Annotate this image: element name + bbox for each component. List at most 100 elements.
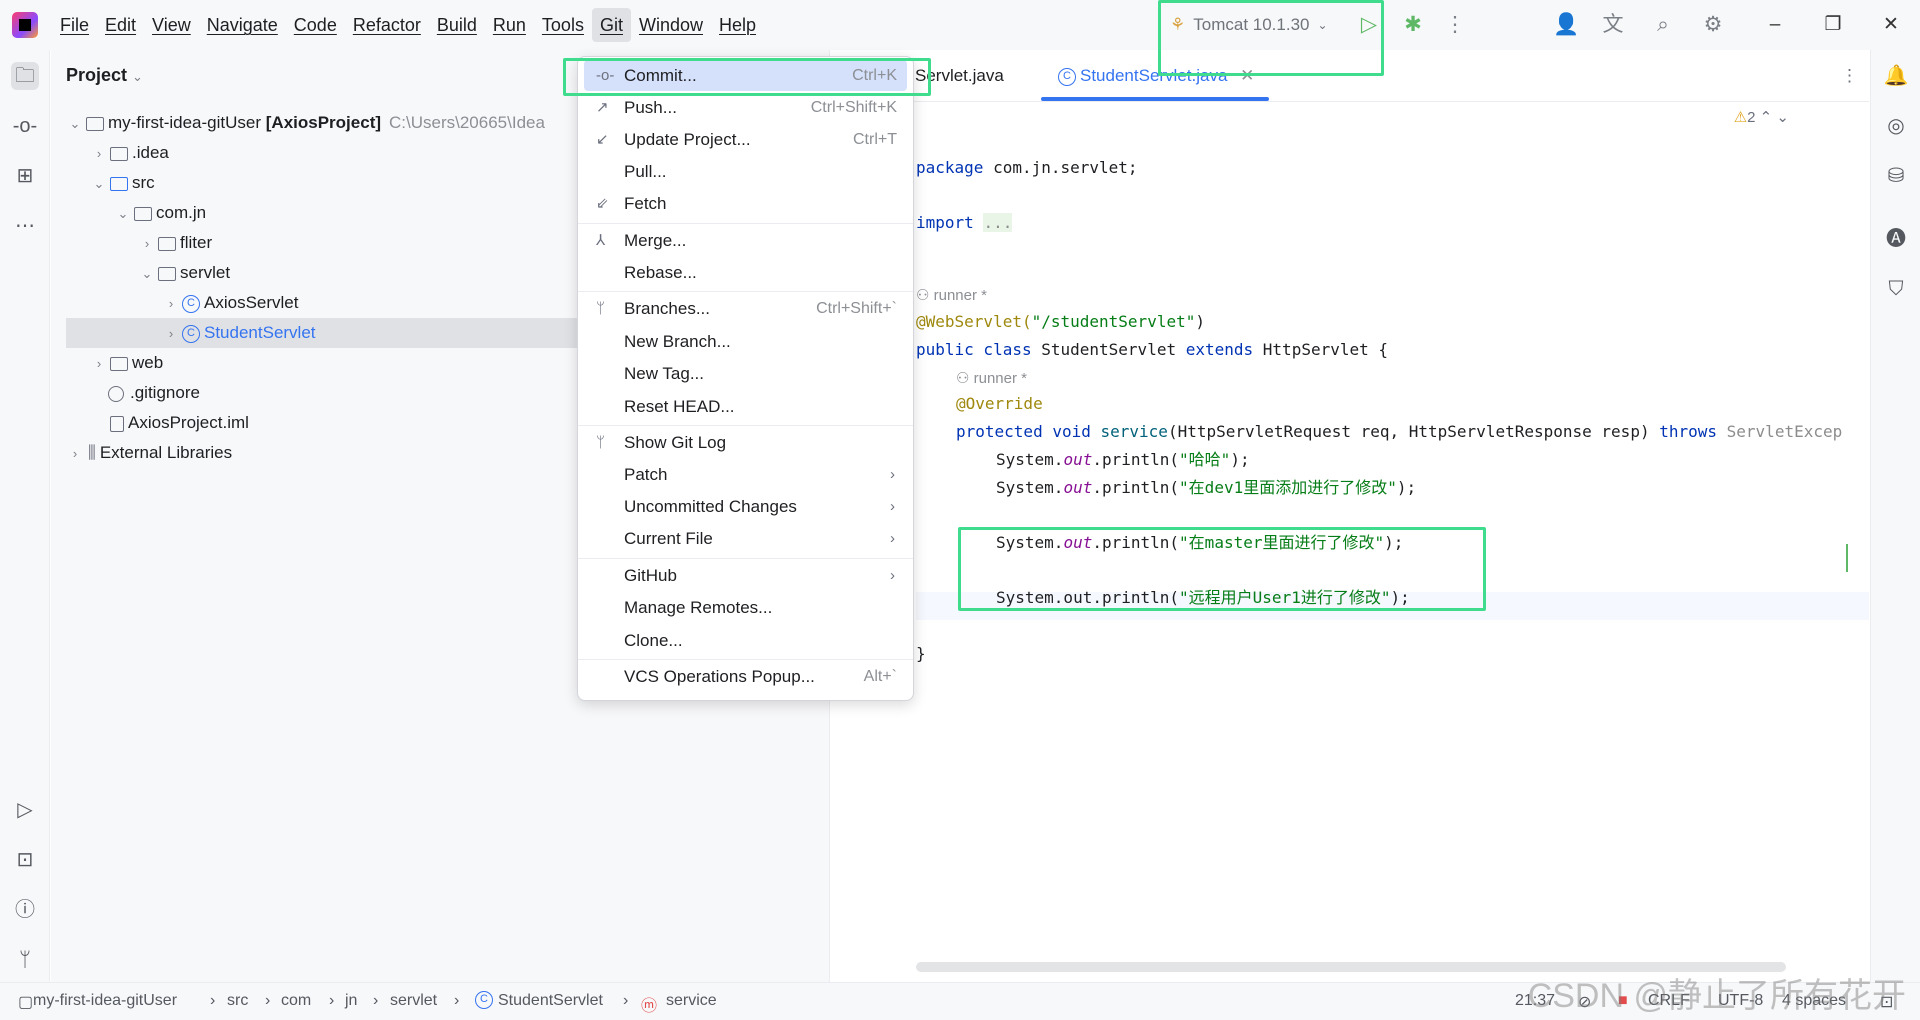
breadcrumb-separator: › [454,992,460,1009]
menu-item-rebase[interactable]: Rebase... [584,257,907,288]
menu-item-clone[interactable]: Clone... [584,625,907,656]
tree-label: web [132,353,164,372]
menu-item-show-git-log[interactable]: ᛘ Show Git Log [584,427,907,458]
menu-item-new-branch[interactable]: New Branch... [584,326,907,357]
menu-help[interactable]: Help [711,8,764,42]
menu-item-branches[interactable]: ᛘ Branches... Ctrl+Shift+` [584,293,907,324]
chevron-down-icon: ⌄ [117,206,129,221]
change-marker [1846,544,1848,572]
tree-item-idea[interactable]: › .idea [90,138,650,168]
translation-icon[interactable]: 🅐 [1882,225,1910,253]
menu-item-update-project[interactable]: ↙ Update Project... Ctrl+T [584,124,907,155]
chevron-right-icon: › [890,567,895,584]
menu-tools[interactable]: Tools [534,8,592,42]
breadcrumb-com[interactable]: com [281,992,311,1010]
translate-icon[interactable]: 文 [1601,13,1625,37]
java-class-icon: C [182,324,200,343]
tree-item-external-libraries[interactable]: › ⫼ External Libraries [66,438,626,468]
chevron-right-icon: › [96,356,102,371]
module-file-icon [110,416,124,433]
breadcrumb-src[interactable]: src [227,992,248,1010]
tree-label: External Libraries [99,443,233,462]
breadcrumb-class[interactable]: StudentServlet [498,992,603,1010]
menu-refactor[interactable]: Refactor [345,8,429,42]
menu-item-new-tag[interactable]: New Tag... [584,358,907,389]
tree-item-src[interactable]: ⌄ src [90,168,650,198]
menu-item-patch[interactable]: Patch › [584,459,907,490]
more-tools-icon[interactable]: ⋯ [11,212,39,240]
services-icon[interactable]: ▷ [11,796,39,824]
chevron-right-icon: › [96,146,102,161]
terminal-icon[interactable]: ⊡ [11,846,39,874]
menu-item-github[interactable]: GitHub › [584,560,907,591]
menu-item-current-file[interactable]: Current File › [584,523,907,554]
security-shield-icon[interactable]: ⛉ [1882,275,1910,303]
problems-icon[interactable]: ⓘ [11,896,39,924]
menu-item-uncommitted-changes[interactable]: Uncommitted Changes › [584,491,907,522]
menu-item-fetch[interactable]: ⇙ Fetch [584,188,907,219]
more-actions-icon[interactable]: ⋮ [1443,13,1467,37]
menu-item-vcs-operations-popup[interactable]: VCS Operations Popup... Alt+` [584,661,907,692]
breadcrumb-module[interactable]: my-first-idea-gitUser [33,992,177,1010]
project-panel-header[interactable]: Project ⌄ [66,65,143,86]
menu-item-push[interactable]: ↗ Push... Ctrl+Shift+K [584,92,907,123]
menu-item-pull[interactable]: Pull... [584,156,907,187]
code-line: System.out.println("在dev1里面添加进行了修改"); [996,478,1417,497]
chevron-down-icon: ⌄ [141,266,153,281]
code-line: import ... [916,213,1013,232]
warning-count: 2 [1747,109,1756,126]
breadcrumb-jn[interactable]: jn [345,992,357,1010]
menu-item-manage-remotes[interactable]: Manage Remotes... [584,592,907,623]
project-folder-icon[interactable]: 🗀 [11,62,39,90]
restore-icon[interactable]: ❐ [1804,0,1862,50]
notifications-icon[interactable]: 🔔 [1882,62,1910,90]
structure-icon[interactable]: ⊞ [11,162,39,190]
breadcrumb-servlet[interactable]: servlet [390,992,437,1010]
menu-item-merge[interactable]: ⅄ Merge... [584,225,907,256]
chevron-right-icon: › [168,296,174,311]
close-icon[interactable]: ✕ [1862,0,1920,50]
menu-build[interactable]: Build [429,8,485,42]
breadcrumb-method[interactable]: service [666,992,717,1010]
tree-label: .gitignore [130,383,200,402]
minimize-icon[interactable]: – [1746,0,1804,50]
tree-label: StudentServlet [204,323,316,342]
settings-gear-icon[interactable]: ⚙ [1701,13,1725,37]
menu-edit[interactable]: Edit [97,8,144,42]
menu-window[interactable]: Window [631,8,711,42]
menu-navigate[interactable]: Navigate [199,8,286,42]
tree-item-root[interactable]: ⌄ my-first-idea-gitUser [AxiosProject] C:\… [66,108,626,138]
chevron-right-icon: › [890,466,895,483]
package-icon [158,267,176,282]
tabs-more-icon[interactable]: ⋮ [1841,66,1858,86]
folded-imports[interactable]: ... [983,213,1013,232]
chevron-right-icon: › [72,446,78,461]
ai-assistant-icon[interactable]: ◎ [1882,112,1910,140]
commit-icon[interactable]: -o- [11,112,39,140]
merge-icon: ⅄ [596,232,606,249]
tree-label: fliter [180,233,213,252]
git-branch-icon[interactable]: ᛘ [11,946,39,974]
inspection-widget[interactable]: ⚠2 ⌃ ⌄ [1734,108,1789,126]
code-line: @WebServlet("/studentServlet") [916,312,1205,331]
search-icon[interactable]: ⌕ [1651,13,1675,37]
git-menu-popup: -o- Commit... Ctrl+K ↗ Push... Ctrl+Shift+K … [577,56,914,701]
chevron-right-icon: › [890,530,895,547]
right-tool-strip: 🔔 ◎ ⛁ 🅐 ⛉ [1870,50,1920,982]
package-icon [158,237,176,252]
menu-code[interactable]: Code [286,8,345,42]
menu-item-reset-head[interactable]: Reset HEAD... [584,391,907,422]
tree-label: AxiosProject.iml [128,413,249,432]
debug-icon[interactable]: ✱ [1401,13,1425,37]
intellij-logo-icon[interactable] [12,12,38,38]
menu-run[interactable]: Run [485,8,534,42]
watermark: CSDN @静止了所有花开 [1527,977,1906,1015]
user-icon[interactable]: 👤 [1553,13,1579,37]
database-icon[interactable]: ⛁ [1882,162,1910,190]
tree-item-web[interactable]: › web [90,348,650,378]
menu-git[interactable]: Git [591,8,631,42]
chevron-down-icon: ⌄ [1776,109,1789,126]
menu-view[interactable]: View [144,8,199,42]
menu-file[interactable]: File [52,8,97,42]
package-icon [134,207,152,222]
